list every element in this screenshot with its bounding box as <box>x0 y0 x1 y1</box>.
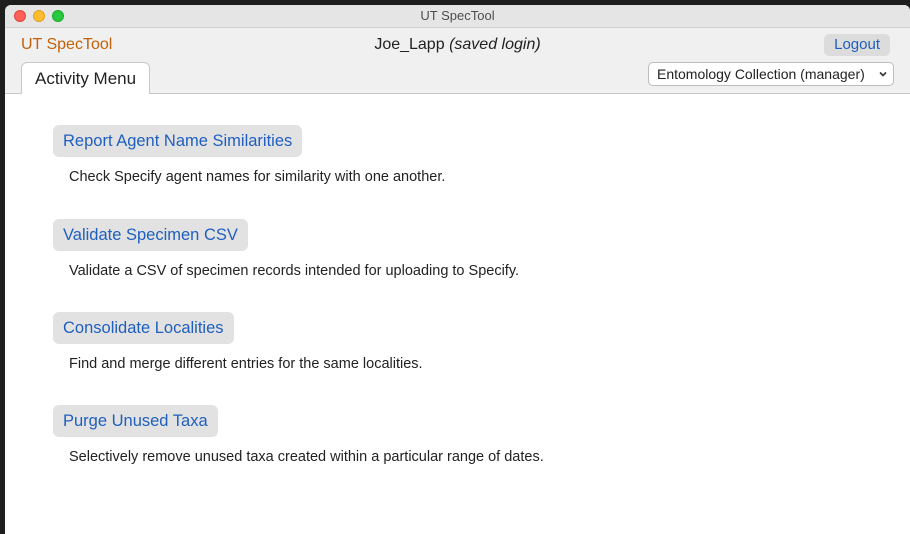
activity-menu-panel: Report Agent Name Similarities Check Spe… <box>5 94 910 534</box>
app-header: UT SpecTool Joe_Lapp (saved login) Logou… <box>5 28 910 95</box>
title-bar[interactable]: UT SpecTool <box>5 5 910 28</box>
window-title: UT SpecTool <box>420 8 495 23</box>
login-status: (saved login) <box>449 36 541 53</box>
logout-button[interactable]: Logout <box>824 34 890 56</box>
activity-description: Selectively remove unused taxa created w… <box>69 449 544 465</box>
user-info: Joe_Lapp (saved login) <box>5 36 910 54</box>
report-agent-name-similarities-button[interactable]: Report Agent Name Similarities <box>53 125 303 157</box>
consolidate-localities-button[interactable]: Consolidate Localities <box>53 312 234 344</box>
activity-item: Validate Specimen CSV Validate a CSV of … <box>53 219 519 279</box>
activity-item: Consolidate Localities Find and merge di… <box>53 312 423 372</box>
validate-specimen-csv-button[interactable]: Validate Specimen CSV <box>53 219 248 251</box>
app-window: UT SpecTool UT SpecTool Joe_Lapp (saved … <box>5 5 910 534</box>
collection-select[interactable]: Entomology Collection (manager) <box>648 62 894 86</box>
activity-item: Report Agent Name Similarities Check Spe… <box>53 125 445 185</box>
activity-item: Purge Unused Taxa Selectively remove unu… <box>53 405 544 465</box>
tab-activity-menu[interactable]: Activity Menu <box>21 62 151 95</box>
collection-select-value: Entomology Collection (manager) <box>657 66 865 82</box>
purge-unused-taxa-button[interactable]: Purge Unused Taxa <box>53 405 218 437</box>
activity-description: Find and merge different entries for the… <box>69 356 423 372</box>
chevron-down-icon <box>877 68 889 80</box>
user-name: Joe_Lapp <box>374 36 445 53</box>
activity-description: Validate a CSV of specimen records inten… <box>69 263 520 279</box>
activity-description: Check Specify agent names for similarity… <box>69 169 446 185</box>
